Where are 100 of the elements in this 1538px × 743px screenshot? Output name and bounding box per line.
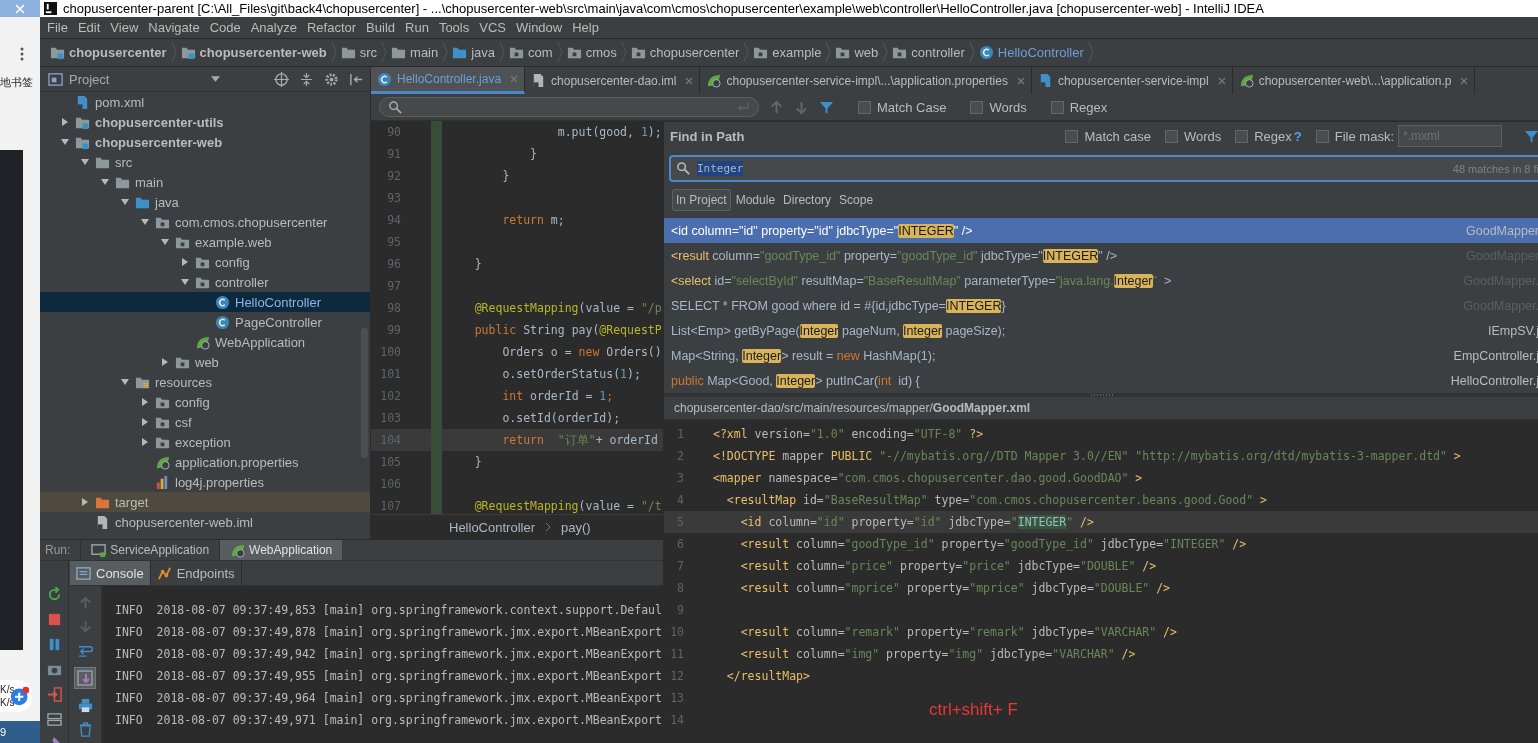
checkbox[interactable] xyxy=(1065,129,1079,143)
tree-item[interactable]: src xyxy=(40,152,370,172)
filter-icon[interactable] xyxy=(1524,128,1538,144)
menu-item[interactable]: Tools xyxy=(433,19,475,35)
trash-icon[interactable] xyxy=(77,722,93,737)
scroll-to-end-button[interactable] xyxy=(74,667,96,689)
expanded-arrow-icon[interactable] xyxy=(120,197,130,207)
panel-title[interactable]: Project xyxy=(48,71,221,87)
result-row[interactable]: <id column="id" property="id" jdbcType="INTEGER" /> GoodMapper xyxy=(664,218,1538,243)
settings-icon[interactable] xyxy=(324,71,339,87)
menu-item[interactable]: File xyxy=(42,19,73,35)
menu-item[interactable]: Build xyxy=(361,19,400,35)
breadcrumb-item[interactable]: chopusercenter xyxy=(46,44,171,60)
breadcrumb-item[interactable]: java xyxy=(448,44,500,60)
wrap-icon[interactable] xyxy=(77,643,93,658)
breadcrumb-item[interactable]: src xyxy=(336,44,382,60)
scope-tab[interactable]: Module xyxy=(732,190,779,210)
layout-icon[interactable] xyxy=(46,712,62,727)
scope-tab[interactable]: Directory xyxy=(780,190,835,210)
arrow-down-icon[interactable] xyxy=(77,619,93,634)
menu-item[interactable]: Help xyxy=(567,19,604,35)
menu-item[interactable]: Run xyxy=(400,19,434,35)
menu-item[interactable]: Window xyxy=(510,19,568,35)
expanded-arrow-icon[interactable] xyxy=(180,277,190,287)
tree-item[interactable]: exception xyxy=(40,432,370,452)
tree-item[interactable]: web xyxy=(40,352,370,372)
checkbox[interactable] xyxy=(970,100,984,114)
menu-item[interactable]: Code xyxy=(204,19,246,35)
close-icon[interactable] xyxy=(510,75,519,83)
tree-item[interactable]: chopusercenter-web xyxy=(40,132,370,152)
arrow-down-icon[interactable] xyxy=(794,99,809,115)
search-field[interactable] xyxy=(379,97,759,117)
close-icon[interactable] xyxy=(1460,76,1469,85)
rerun-icon[interactable] xyxy=(46,587,62,602)
tree-item[interactable]: com.cmos.chopusercenter xyxy=(40,212,370,232)
tree-item[interactable]: main xyxy=(40,172,370,192)
expanded-arrow-icon[interactable] xyxy=(80,157,90,167)
filter-icon[interactable] xyxy=(819,99,834,115)
breadcrumb-item[interactable]: pay() xyxy=(561,519,591,535)
breadcrumb-item[interactable]: chopusercenter xyxy=(626,44,744,60)
expanded-arrow-icon[interactable] xyxy=(140,217,150,227)
checkbox[interactable] xyxy=(1315,129,1329,143)
collapse-icon[interactable] xyxy=(299,71,314,87)
run-tab[interactable]: WebApplication xyxy=(219,540,343,560)
tree-item[interactable]: pom.xml xyxy=(40,92,370,112)
scope-tab[interactable]: Scope xyxy=(836,190,877,210)
breadcrumb-item[interactable]: HelloController xyxy=(449,519,535,535)
breadcrumb-item[interactable]: HelloController xyxy=(974,44,1088,60)
tree-item[interactable]: example.web xyxy=(40,232,370,252)
exit-icon[interactable] xyxy=(46,687,62,702)
menu-item[interactable]: Refactor xyxy=(301,19,362,35)
result-row[interactable]: public Map<Good, Integer> putInCar(int id) { HelloController.j xyxy=(664,368,1538,393)
help-link[interactable]: ? xyxy=(1293,128,1302,144)
tree-item[interactable]: java xyxy=(40,192,370,212)
tree-item[interactable]: target xyxy=(40,492,370,512)
menu-item[interactable]: Edit xyxy=(72,19,106,35)
tree-item[interactable]: chopusercenter-web.iml xyxy=(40,512,370,532)
stop-icon[interactable] xyxy=(46,612,62,627)
menu-item[interactable]: Navigate xyxy=(143,19,205,35)
checkbox[interactable] xyxy=(1164,129,1178,143)
breadcrumb-item[interactable]: main xyxy=(387,44,443,60)
checkbox[interactable] xyxy=(858,100,871,114)
tree-item[interactable]: WebApplication xyxy=(40,332,370,352)
tree-item[interactable]: application.properties xyxy=(40,452,370,472)
close-icon[interactable] xyxy=(685,76,694,85)
breadcrumb-item[interactable]: controller xyxy=(888,44,969,60)
tree-item[interactable]: HelloController xyxy=(40,292,370,312)
breadcrumb-item[interactable]: chopusercenter-web xyxy=(176,44,331,60)
collapsed-arrow-icon[interactable] xyxy=(140,397,150,407)
collapsed-arrow-icon[interactable] xyxy=(80,497,90,507)
checkbox[interactable] xyxy=(1235,129,1249,143)
tree-item[interactable]: csf xyxy=(40,412,370,432)
arrow-up-icon[interactable] xyxy=(769,99,784,115)
tree-item[interactable]: PageController xyxy=(40,312,370,332)
close-icon[interactable] xyxy=(1217,76,1226,85)
target-icon[interactable] xyxy=(274,71,289,87)
tree-item[interactable]: config xyxy=(40,392,370,412)
collapsed-arrow-icon[interactable] xyxy=(160,357,170,367)
expanded-arrow-icon[interactable] xyxy=(100,177,110,187)
more-icon[interactable] xyxy=(20,47,24,61)
tree-item[interactable]: resources xyxy=(40,372,370,392)
breadcrumb-item[interactable]: web xyxy=(831,44,883,60)
tree-item[interactable]: controller xyxy=(40,272,370,292)
arrow-up-icon[interactable] xyxy=(77,595,93,610)
expanded-arrow-icon[interactable] xyxy=(60,137,70,147)
breadcrumb-item[interactable]: cmos xyxy=(562,44,621,60)
result-row[interactable]: Map<String, Integer> result = new HashMap(1); EmpController.j xyxy=(664,343,1538,368)
menu-item[interactable]: VCS xyxy=(474,19,511,35)
hide-icon[interactable] xyxy=(349,71,364,87)
breadcrumb-item[interactable]: example xyxy=(749,44,826,60)
tree-item[interactable]: config xyxy=(40,252,370,272)
menu-item[interactable]: View xyxy=(105,19,144,35)
collapsed-arrow-icon[interactable] xyxy=(180,257,190,267)
tree-item[interactable]: chopusercenter-utils xyxy=(40,112,370,132)
drag-handle-icon[interactable] xyxy=(1089,393,1114,397)
close-icon[interactable] xyxy=(1016,76,1025,85)
expanded-arrow-icon[interactable] xyxy=(160,237,170,247)
menu-item[interactable]: Analyze xyxy=(245,19,302,35)
console-tab[interactable]: Console xyxy=(70,561,151,585)
collapsed-arrow-icon[interactable] xyxy=(60,117,70,127)
